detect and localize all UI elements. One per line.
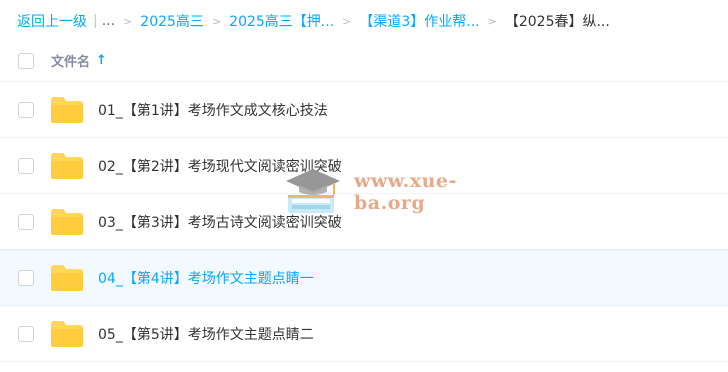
file-name[interactable]: 03_【第3讲】考场古诗文阅读密训突破 [98, 212, 342, 232]
folder-icon [51, 96, 83, 123]
breadcrumb-current: 【2025春】纵... [504, 14, 610, 30]
breadcrumb-divider: | [93, 13, 98, 29]
breadcrumb: 返回上一级 | ... > 2025高三 > 2025高三【押... > 【渠道… [17, 10, 610, 32]
folder-icon [51, 152, 83, 179]
chevron-right-icon: > [211, 14, 222, 28]
row-checkbox[interactable] [18, 157, 34, 174]
file-browser: 返回上一级 | ... > 2025高三 > 2025高三【押... > 【渠道… [0, 0, 728, 372]
list-item[interactable]: 04_【第4讲】考场作文主题点睛一 [0, 250, 728, 306]
list-item[interactable]: 03_【第3讲】考场古诗文阅读密训突破 [0, 194, 728, 250]
row-checkbox[interactable] [18, 270, 34, 286]
row-checkbox[interactable] [18, 325, 34, 342]
breadcrumb-item[interactable]: 2025高三 [140, 11, 204, 31]
file-list: 01_【第1讲】考场作文成文核心技法 02_【第2讲】考场现代文阅读密训突破 0… [0, 82, 728, 362]
file-name[interactable]: 01_【第1讲】考场作文成文核心技法 [98, 100, 328, 120]
chevron-right-icon: > [123, 14, 133, 28]
list-header: 文件名 ↑ [0, 40, 728, 82]
list-item[interactable]: 01_【第1讲】考场作文成文核心技法 [0, 82, 728, 138]
folder-icon [51, 208, 83, 235]
arrow-up-icon[interactable]: ↑ [96, 53, 107, 68]
column-header-filename[interactable]: 文件名 [51, 51, 90, 70]
file-name[interactable]: 02_【第2讲】考场现代文阅读密训突破 [98, 156, 342, 176]
row-checkbox[interactable] [18, 101, 34, 118]
file-name[interactable]: 04_【第4讲】考场作文主题点睛一 [98, 268, 314, 288]
breadcrumb-ellipsis[interactable]: ... [102, 13, 115, 29]
folder-icon [51, 265, 83, 291]
back-link[interactable]: 返回上一级 [17, 11, 87, 31]
list-item[interactable]: 02_【第2讲】考场现代文阅读密训突破 [0, 138, 728, 194]
file-name[interactable]: 05_【第5讲】考场作文主题点睛二 [98, 324, 314, 344]
chevron-right-icon: > [487, 14, 497, 28]
row-checkbox[interactable] [18, 213, 34, 230]
folder-icon [51, 320, 83, 347]
chevron-right-icon: > [342, 14, 352, 28]
list-item[interactable]: 05_【第5讲】考场作文主题点睛二 [0, 306, 728, 362]
breadcrumb-item[interactable]: 【渠道3】作业帮... [359, 11, 479, 31]
breadcrumb-item[interactable]: 2025高三【押... [229, 11, 334, 31]
select-all-checkbox[interactable] [18, 52, 34, 69]
